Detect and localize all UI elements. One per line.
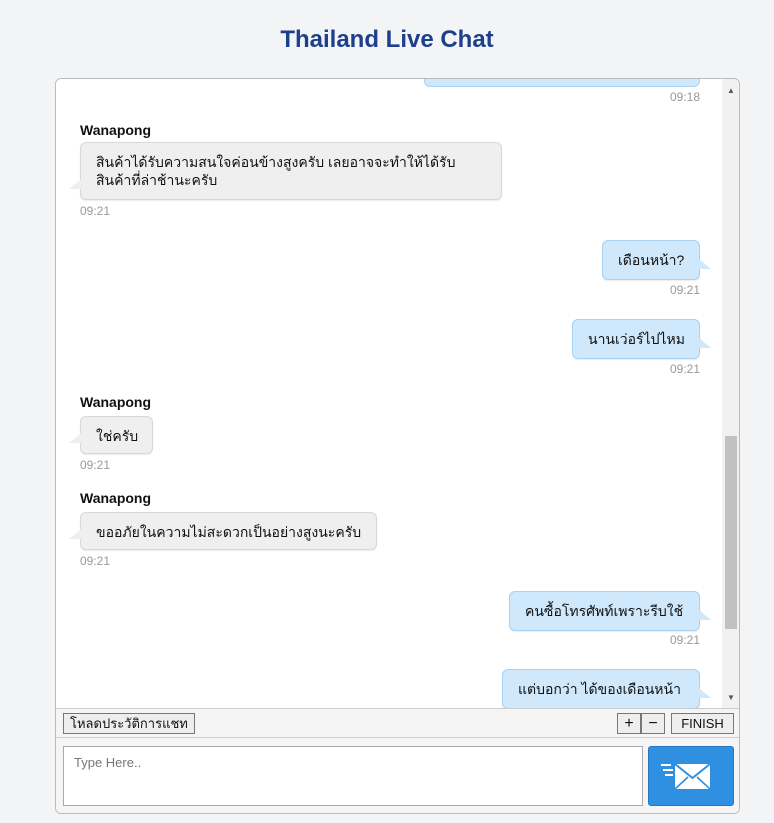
- sender-name: Wanapong: [80, 122, 152, 138]
- send-mail-icon: [661, 763, 711, 790]
- composer: [56, 738, 739, 813]
- message-list: 09:18 Wanapong สินค้าได้รับความสนใจค่อนข…: [56, 79, 722, 708]
- load-history-button[interactable]: โหลดประวัติการแชท: [63, 713, 195, 734]
- message-text-line: สินค้าที่ล่าช้านะครับ: [96, 172, 218, 188]
- zoom-in-button[interactable]: +: [617, 713, 641, 734]
- finish-button[interactable]: FINISH: [671, 713, 734, 734]
- message-bubble-outgoing: คนซื้อโทรศัพท์เพราะรีบใช้: [509, 591, 711, 631]
- message-bubble-incoming: ขออภัยในความไม่สะดวกเป็นอย่างสูงนะครับ: [69, 512, 377, 550]
- message-time: 09:21: [80, 204, 111, 218]
- message-time: 09:18: [669, 90, 700, 104]
- page-title: Thailand Live Chat: [280, 26, 494, 53]
- message-bubble-incoming: สินค้าได้รับความสนใจค่อนข้างสูงครับ เลยอ…: [69, 142, 502, 200]
- sender-name: Wanapong: [80, 490, 152, 506]
- zoom-out-button[interactable]: −: [641, 713, 665, 734]
- message-bubble-outgoing-partial: [424, 79, 700, 87]
- message-text-line: สินค้าได้รับความสนใจค่อนข้างสูงครับ เลยอ…: [96, 154, 456, 170]
- message-text: แต่บอกว่า ได้ของเดือนหน้า: [518, 681, 681, 697]
- message-time: 09:21: [669, 633, 700, 647]
- sender-name: Wanapong: [80, 394, 152, 410]
- message-scrollbar[interactable]: ▲ ▼: [722, 79, 739, 708]
- message-time: 09:21: [669, 283, 700, 297]
- message-input[interactable]: [63, 746, 643, 806]
- message-bubble-incoming: ใช่ครับ: [69, 416, 153, 454]
- scroll-thumb[interactable]: [725, 436, 737, 629]
- send-button[interactable]: [648, 746, 734, 806]
- message-bubble-outgoing: แต่บอกว่า ได้ของเดือนหน้า: [502, 669, 711, 708]
- scroll-down-icon[interactable]: ▼: [722, 690, 739, 706]
- chat-panel: 09:18 Wanapong สินค้าได้รับความสนใจค่อนข…: [55, 78, 740, 814]
- message-bubble-outgoing: เดือนหน้า?: [602, 240, 711, 280]
- chat-toolbar: โหลดประวัติการแชท + − FINISH: [56, 708, 739, 738]
- message-text: คนซื้อโทรศัพท์เพราะรีบใช้: [525, 603, 684, 619]
- message-text: เดือนหน้า?: [618, 252, 685, 268]
- message-time: 09:21: [80, 554, 111, 568]
- message-time: 09:21: [80, 458, 111, 472]
- message-bubble-outgoing: นานเว่อร์ไปไหม: [572, 319, 711, 359]
- message-time: 09:21: [669, 362, 700, 376]
- scroll-up-icon[interactable]: ▲: [722, 83, 739, 99]
- message-text: ใช่ครับ: [96, 428, 139, 444]
- message-text: ขออภัยในความไม่สะดวกเป็นอย่างสูงนะครับ: [96, 524, 362, 540]
- message-text: นานเว่อร์ไปไหม: [588, 331, 686, 347]
